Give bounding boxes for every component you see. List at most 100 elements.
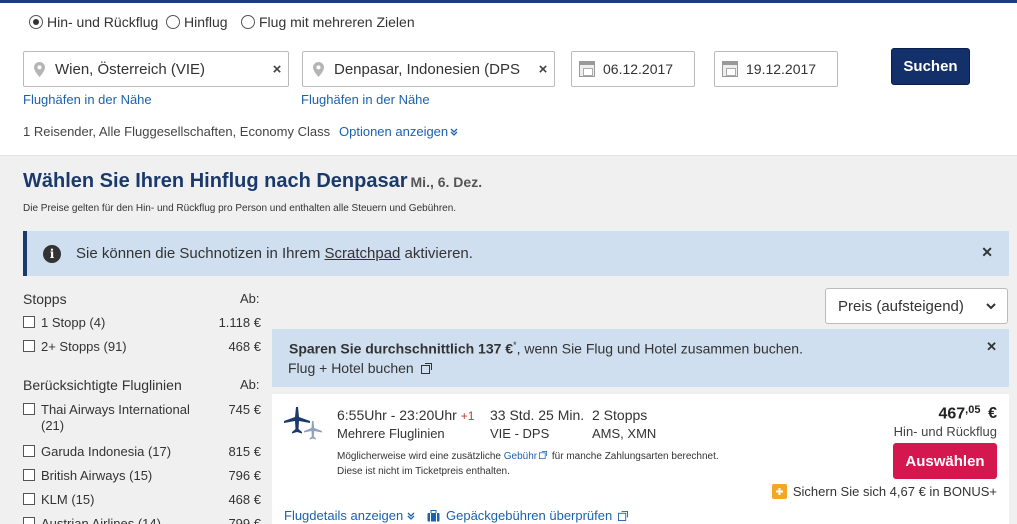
filter-label: 2+ Stopps (91) [41,339,127,354]
destination-field[interactable]: Denpasar, Indonesien (DPS × [302,51,555,87]
page-title-date: Mi., 6. Dez. [410,174,483,190]
flight-times: 6:55Uhr - 23:20Uhr +1 [337,407,474,423]
search-button[interactable]: Suchen [891,48,970,85]
flight-hotel-link[interactable]: Flug + Hotel buchen [288,360,432,376]
flight-details-link[interactable]: Flugdetails anzeigen [284,508,415,523]
external-link-icon [539,451,548,459]
info-icon: i [43,244,61,263]
fee-note-line2: Diese ist nicht im Ticketpreis enthalten… [337,466,510,477]
price-main: 467 [938,405,966,423]
suitcase-icon [427,509,440,521]
bonus-info: Sichern Sie sich 4,67 € in BONUS+ [771,484,997,499]
day-offset: +1 [460,409,475,423]
origin-field[interactable]: Wien, Österreich (VIE) × [23,51,289,87]
filter-label: Austrian Airlines (14) [41,516,161,524]
notice-text-before: Sie können die Suchnotizen in Ihrem [76,245,325,262]
flight-airlines: Mehrere Fluglinien [337,426,445,441]
fee-note: Möglicherweise wird eine zusätzliche Geb… [337,451,719,462]
flight-times-value: 6:55Uhr - 23:20Uhr [337,407,457,423]
scratchpad-link[interactable]: Scratchpad [325,245,401,262]
flight-stops: 2 Stopps [592,407,648,423]
promo-text: Sparen Sie durchschnittlich 137 €*, wenn… [289,340,803,357]
clear-destination-icon[interactable]: × [532,61,554,78]
select-flight-button[interactable]: Auswählen [893,443,997,479]
sort-select[interactable]: Preis (aufsteigend) [825,288,1008,324]
filter-price: 1.118 € [218,315,261,330]
depart-date-value: 06.12.2017 [603,61,674,77]
radio-multi-city[interactable]: Flug mit mehreren Zielen [241,14,415,30]
filter-from-label: Ab: [240,377,260,392]
bonus-plus-icon [771,484,787,499]
filter-price: 815 € [228,444,261,459]
radio-indicator [166,15,180,29]
fee-note-after: für manche Zahlungsarten berechnet. [549,451,719,462]
clear-origin-icon[interactable]: × [266,61,288,78]
return-date-value: 19.12.2017 [746,61,817,77]
nearby-airports-origin-link[interactable]: Flughäfen in der Nähe [23,92,152,107]
filter-airline-row[interactable]: KLM (15) 468 € [23,492,261,508]
chevron-down-icon [986,303,996,310]
flight-details-label: Flugdetails anzeigen [284,508,404,523]
close-notice-icon[interactable]: ✕ [981,244,993,261]
flight-price: 467,05 € [938,404,997,423]
top-accent-line [0,0,1017,3]
filter-airline-row[interactable]: Thai Airways International (21) 745 € [23,402,261,434]
search-summary: 1 Reisender, Alle Fluggesellschaften, Ec… [23,124,331,139]
baggage-fees-label: Gepäckgebühren überprüfen [446,508,613,523]
checkbox[interactable] [23,403,35,415]
promo-rest: , wenn Sie Flug und Hotel zusammen buche… [516,340,803,357]
origin-value: Wien, Österreich (VIE) [55,60,206,78]
filter-airline-row[interactable]: British Airways (15) 796 € [23,468,261,484]
flight-hotel-promo: Sparen Sie durchschnittlich 137 €*, wenn… [272,329,1009,387]
depart-date-field[interactable]: 06.12.2017 [571,51,695,87]
flight-result-card: 6:55Uhr - 23:20Uhr +1 Mehrere Fluglinien… [272,394,1009,524]
filter-from-label: Ab: [240,291,260,306]
fee-link[interactable]: Gebühr [504,451,537,462]
close-promo-icon[interactable]: ✕ [986,339,997,355]
flight-route: VIE - DPS [490,426,550,441]
external-link-icon [420,362,432,374]
calendar-icon [579,61,595,77]
sort-selected-value: Preis (aufsteigend) [838,297,964,315]
show-options-link[interactable]: Optionen anzeigen [339,124,458,139]
filter-heading-airlines: Berücksichtigte Fluglinien [23,377,182,393]
location-pin-icon [31,61,47,77]
notice-text-after: aktivieren. [400,245,473,262]
checkbox[interactable] [23,517,35,524]
fee-note-before: Möglicherweise wird eine zusätzliche [337,451,504,462]
checkbox[interactable] [23,445,35,457]
page-title-text: Wählen Sie Ihren Hinflug nach Denpasar [23,170,408,192]
radio-label: Hin- und Rückflug [47,14,159,30]
price-currency: € [988,405,997,423]
filter-stops-row[interactable]: 2+ Stopps (91) 468 € [23,339,261,355]
double-chevron-down-icon [450,128,458,136]
filter-price: 468 € [228,339,261,354]
radio-indicator [241,15,255,29]
checkbox[interactable] [23,469,35,481]
filter-label: KLM (15) [41,492,95,507]
filter-price: 796 € [228,468,261,483]
double-chevron-down-icon [407,512,415,520]
checkbox[interactable] [23,493,35,505]
flight-stop-airports: AMS, XMN [592,426,657,441]
price-disclaimer: Die Preise gelten für den Hin- und Rückf… [23,203,457,214]
checkbox[interactable] [23,340,35,352]
return-date-field[interactable]: 19.12.2017 [714,51,838,87]
page-title: Wählen Sie Ihren Hinflug nach Denpasar Mi… [23,170,482,193]
filter-label: Garuda Indonesia (17) [41,444,172,459]
radio-one-way[interactable]: Hinflug [166,14,228,30]
bonus-text: Sichern Sie sich 4,67 € in BONUS+ [792,484,997,499]
show-options-label: Optionen anzeigen [339,124,449,139]
radio-round-trip[interactable]: Hin- und Rückflug [29,14,158,30]
calendar-icon [722,61,738,77]
price-cents: ,05 [965,404,981,416]
radio-selected-indicator [29,15,43,29]
filter-airline-row[interactable]: Austrian Airlines (14) 799 € [23,516,261,524]
filter-airline-row[interactable]: Garuda Indonesia (17) 815 € [23,444,261,460]
filter-price: 468 € [228,492,261,507]
baggage-fees-link[interactable]: Gepäckgebühren überprüfen [427,508,629,523]
location-pin-icon [310,61,326,77]
filter-stops-row[interactable]: 1 Stopp (4) 1.118 € [23,315,261,331]
nearby-airports-destination-link[interactable]: Flughäfen in der Nähe [301,92,430,107]
checkbox[interactable] [23,316,35,328]
